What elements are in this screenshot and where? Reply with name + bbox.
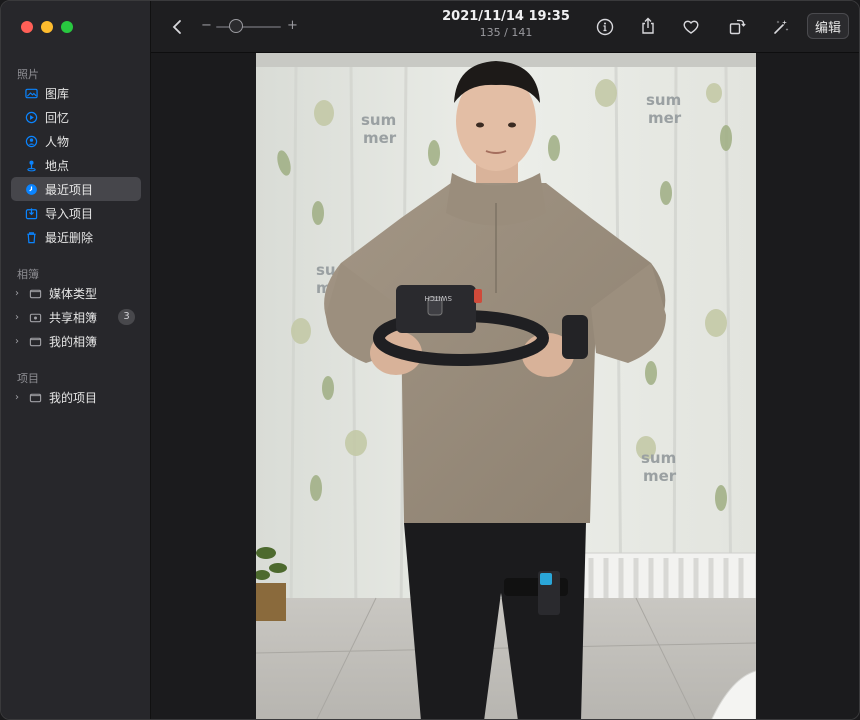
sidebar-item-label: 媒体类型: [49, 286, 98, 301]
back-button[interactable]: [167, 16, 189, 38]
photo-title: 2021/11/14 19:35 135 / 141: [421, 9, 591, 39]
section-label-projects: 项目: [17, 372, 39, 385]
folder-icon: [29, 391, 42, 404]
albums-nav: › 媒体类型 › 共享相簿 3 › 我的相簿: [11, 281, 141, 353]
sidebar-item-places[interactable]: 地点: [11, 153, 141, 177]
svg-text:sum: sum: [646, 91, 681, 109]
photo-person-with-ring-controller: summer summer sum summer SWITCH: [256, 53, 756, 719]
sidebar-item-label: 最近删除: [45, 230, 94, 245]
imports-icon: [25, 207, 38, 220]
magic-wand-icon: [774, 20, 789, 34]
photos-nav: 图库 回忆 人物 地点 最近项目 导入项目 最近删除: [11, 81, 141, 249]
edit-button[interactable]: 编辑: [807, 13, 849, 39]
svg-text:sum: sum: [361, 111, 396, 129]
minimize-button[interactable]: [41, 21, 53, 33]
sidebar-item-label: 图库: [45, 86, 70, 101]
photos-window: 照片 图库 回忆 人物 地点 最近项目 导入项目 最近删除 相簿 › 媒体类型 …: [0, 0, 860, 720]
sidebar: 照片 图库 回忆 人物 地点 最近项目 导入项目 最近删除 相簿 › 媒体类型 …: [1, 1, 151, 719]
zoom-out-button[interactable]: −: [201, 18, 212, 33]
photo-viewer: sum mer sum mer su m sum mer SWITCH: [151, 53, 859, 719]
sidebar-item-label: 人物: [45, 134, 70, 149]
window-controls: [21, 21, 73, 33]
sidebar-item-label: 共享相簿: [49, 310, 98, 325]
sidebar-item-label: 最近项目: [45, 182, 94, 197]
chevron-left-icon: [172, 20, 181, 34]
projects-nav: › 我的项目: [11, 385, 141, 409]
zoom-slider-knob[interactable]: [228, 19, 243, 33]
photo-date: 2021/11/14 19:35: [442, 9, 570, 24]
chevron-right-icon[interactable]: ›: [15, 392, 25, 403]
trash-icon: [25, 231, 38, 244]
sidebar-item-imports[interactable]: 导入项目: [11, 201, 141, 225]
chevron-right-icon[interactable]: ›: [15, 336, 25, 347]
sidebar-item-label: 我的项目: [49, 390, 98, 405]
chevron-right-icon[interactable]: ›: [15, 312, 25, 323]
section-label-photos: 照片: [17, 68, 39, 81]
shared-albums-badge: 3: [118, 309, 135, 325]
svg-text:mer: mer: [363, 129, 397, 147]
svg-text:sum: sum: [641, 449, 676, 467]
svg-text:mer: mer: [643, 467, 677, 485]
sidebar-item-recents[interactable]: 最近项目: [11, 177, 141, 201]
folder-icon: [29, 335, 42, 348]
svg-text:mer: mer: [648, 109, 682, 127]
zoom-in-button[interactable]: +: [287, 18, 298, 33]
photo-image[interactable]: sum mer sum mer su m sum mer SWITCH: [256, 53, 756, 719]
photo-count: 135 / 141: [479, 26, 533, 39]
chevron-right-icon[interactable]: ›: [15, 288, 25, 299]
zoom-slider[interactable]: [216, 26, 281, 28]
shared-folder-icon: [29, 311, 42, 324]
heart-icon: [683, 20, 699, 34]
sidebar-item-shared-albums[interactable]: › 共享相簿 3: [11, 305, 141, 329]
fullscreen-button[interactable]: [61, 21, 73, 33]
toolbar: − + 2021/11/14 19:35 135 / 141 编辑: [151, 1, 859, 53]
sidebar-item-label: 回忆: [45, 110, 70, 125]
folder-icon: [29, 287, 42, 300]
section-label-albums: 相簿: [17, 268, 39, 281]
sidebar-item-media-types[interactable]: › 媒体类型: [11, 281, 141, 305]
auto-enhance-button[interactable]: [770, 16, 792, 38]
share-button[interactable]: [637, 15, 659, 37]
sidebar-item-label: 导入项目: [45, 206, 94, 221]
close-button[interactable]: [21, 21, 33, 33]
info-button[interactable]: [594, 16, 616, 38]
recents-icon: [25, 183, 38, 196]
sidebar-item-my-albums[interactable]: › 我的相簿: [11, 329, 141, 353]
rotate-button[interactable]: [726, 16, 748, 38]
sidebar-item-my-projects[interactable]: › 我的项目: [11, 385, 141, 409]
people-icon: [25, 135, 38, 148]
sidebar-item-people[interactable]: 人物: [11, 129, 141, 153]
rotate-icon: [729, 19, 746, 35]
sidebar-item-recently-deleted[interactable]: 最近删除: [11, 225, 141, 249]
library-icon: [25, 87, 38, 100]
places-icon: [25, 159, 38, 172]
favorite-button[interactable]: [680, 16, 702, 38]
info-icon: [596, 18, 614, 36]
sidebar-item-label: 地点: [45, 158, 70, 173]
sidebar-item-label: 我的相簿: [49, 334, 98, 349]
memories-icon: [25, 111, 38, 124]
svg-text:SWITCH: SWITCH: [425, 294, 452, 302]
sidebar-item-library[interactable]: 图库: [11, 81, 141, 105]
sidebar-item-memories[interactable]: 回忆: [11, 105, 141, 129]
share-icon: [642, 17, 654, 34]
